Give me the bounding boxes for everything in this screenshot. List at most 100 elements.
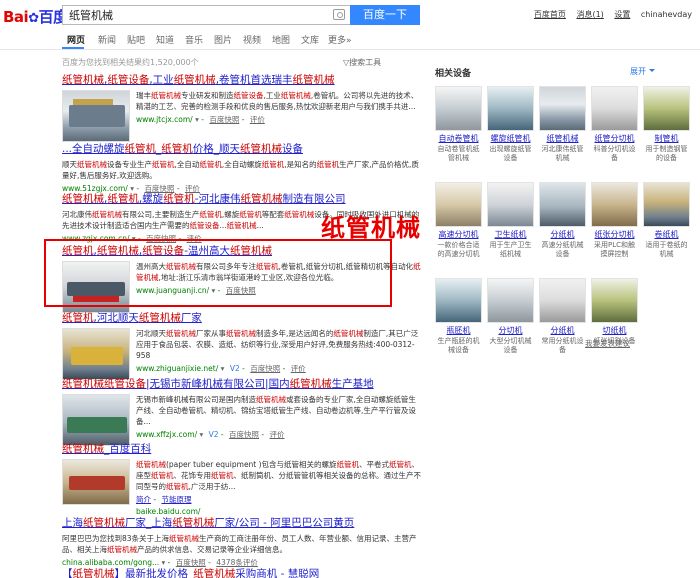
sidebar-item-desc: 常用分纸机设备 <box>541 337 584 354</box>
feedback-link[interactable]: 我要发表建议 <box>585 338 630 349</box>
sidebar-item-image[interactable] <box>487 86 534 131</box>
baidu-logo[interactable]: Bai✿百度 <box>3 6 68 27</box>
sidebar-item-name[interactable]: 卫生纸机 <box>487 229 534 240</box>
dropdown-arrow-icon[interactable]: ▾ <box>195 115 199 124</box>
review-link[interactable]: 评价 <box>291 364 306 373</box>
review-link[interactable]: 评价 <box>250 115 265 124</box>
search-input[interactable] <box>63 6 318 24</box>
tab-video[interactable]: 视频 <box>243 33 261 46</box>
result-title[interactable]: 纸管机械纸管设备|无锡市新峰机械有限公司|国内纸管机械生产基地 <box>62 376 422 391</box>
search-button[interactable]: 百度一下 <box>350 5 420 25</box>
camera-icon[interactable] <box>333 9 345 20</box>
tab-map[interactable]: 地图 <box>272 33 290 46</box>
dropdown-arrow-icon[interactable]: ▾ <box>199 430 203 439</box>
sidebar-item-name[interactable]: 螺旋纸管机 <box>487 133 534 144</box>
active-tab-underline <box>62 47 84 49</box>
sidebar-item[interactable]: 纸张分切机 采用PLC和触摸屏控制 <box>591 182 638 259</box>
result-thumbnail[interactable] <box>62 90 130 142</box>
result-title[interactable]: 纸管机械_百度百科 <box>62 441 422 456</box>
tab-music[interactable]: 音乐 <box>185 33 203 46</box>
sidebar-item-desc: 大型分切机械设备 <box>489 337 532 354</box>
sidebar-item[interactable]: 分纸机 常用分纸机设备 <box>539 278 586 355</box>
sidebar-item[interactable]: 瓶胚机 生产瓶胚的机械设备 <box>435 278 482 355</box>
sidebar-item-image[interactable] <box>643 182 690 227</box>
sidebar-item-desc: 河北康伟纸管机械 <box>541 145 584 162</box>
result-title[interactable]: 纸管机械,纸管机,螺旋纸管机-河北康伟纸管机械制造有限公司 <box>62 191 422 206</box>
tab-news[interactable]: 新闻 <box>98 33 116 46</box>
tab-wenku[interactable]: 文库 <box>301 33 319 46</box>
snapshot-link[interactable]: 百度快照 <box>209 115 239 124</box>
sidebar-item-image[interactable] <box>643 86 690 131</box>
result-title[interactable]: ...全自动螺旋纸管机_纸管机价格_顺天纸管机械设备 <box>62 141 422 156</box>
sidebar-item-name[interactable]: 瓶胚机 <box>435 325 482 336</box>
sidebar-item-image[interactable] <box>487 182 534 227</box>
sidebar-item[interactable]: 纸管机械 河北康伟纸管机械 <box>539 86 586 163</box>
baidu-home-link[interactable]: 百度首页 <box>534 10 566 19</box>
sidebar-item-name[interactable]: 分纸机 <box>539 229 586 240</box>
settings-link[interactable]: 设置 <box>614 10 630 19</box>
snapshot-link[interactable]: 百度快照 <box>250 364 280 373</box>
sidebar-item[interactable]: 自动卷管机 自动卷管机纸管机械 <box>435 86 482 163</box>
review-link[interactable]: 评价 <box>270 430 285 439</box>
result-title[interactable]: 纸管机,河北顺天纸管机械厂家 <box>62 310 422 325</box>
baike-link-intro[interactable]: 简介 <box>136 495 151 504</box>
messages-link[interactable]: 消息(1) <box>576 10 603 19</box>
sidebar-item-name[interactable]: 纸管分切机 <box>591 133 638 144</box>
sidebar-item-image[interactable] <box>591 278 638 323</box>
sidebar-item[interactable]: 制管机 用于制造钢管的设备 <box>643 86 690 163</box>
result-title[interactable]: 上海纸管机械厂家_上海纸管机械厂家/公司 - 阿里巴巴公司黄页 <box>62 515 422 530</box>
sidebar-item-desc: 用于制造钢管的设备 <box>645 145 688 162</box>
v2-badge[interactable]: V2 <box>230 364 240 373</box>
search-box <box>62 5 350 25</box>
sidebar-item-image[interactable] <box>435 278 482 323</box>
sidebar-item[interactable]: 高速分切机 一款价格合适的高速分切机 <box>435 182 482 259</box>
snapshot-link[interactable]: 百度快照 <box>229 430 259 439</box>
sidebar-item[interactable]: 切纸机 纸张切割设备 <box>591 278 638 346</box>
sidebar-item-desc: 用于生产卫生纸机械 <box>489 241 532 258</box>
tab-tieba[interactable]: 贴吧 <box>127 33 145 46</box>
sidebar-item-image[interactable] <box>591 86 638 131</box>
sidebar-item-image[interactable] <box>591 182 638 227</box>
expand-button[interactable]: 展开 <box>630 66 655 77</box>
search-result: 【纸管机械】最新批发价格_纸管机械采购商机 - 慧聪网 <box>62 566 422 578</box>
tab-zhidao[interactable]: 知道 <box>156 33 174 46</box>
sidebar-item-name[interactable]: 纸管机械 <box>539 133 586 144</box>
sidebar-item-name[interactable]: 高速分切机 <box>435 229 482 240</box>
result-url[interactable]: www.xffzjx.com/ <box>136 430 197 439</box>
tab-more[interactable]: 更多» <box>328 33 352 46</box>
sidebar-item-image[interactable] <box>539 278 586 323</box>
sidebar-item-name[interactable]: 自动卷管机 <box>435 133 482 144</box>
sidebar-item-name[interactable]: 制管机 <box>643 133 690 144</box>
result-thumbnail[interactable] <box>62 459 130 505</box>
sidebar-item-image[interactable] <box>487 278 534 323</box>
sidebar-item[interactable]: 卷纸机 适用于卷纸的机械 <box>643 182 690 259</box>
sidebar-item-name[interactable]: 卷纸机 <box>643 229 690 240</box>
result-url[interactable]: www.jtcjx.com/ <box>136 115 193 124</box>
sidebar-item-name[interactable]: 切纸机 <box>591 325 638 336</box>
search-tools-button[interactable]: ▽搜索工具 <box>343 57 381 68</box>
result-title[interactable]: 【纸管机械】最新批发价格_纸管机械采购商机 - 慧聪网 <box>62 566 422 578</box>
result-thumbnail[interactable] <box>62 394 130 446</box>
baike-link-principle[interactable]: 节能原理 <box>161 495 191 504</box>
sidebar-item-image[interactable] <box>539 182 586 227</box>
sidebar-item-image[interactable] <box>435 86 482 131</box>
sidebar-item-desc: 出现螺旋纸管设备 <box>489 145 532 162</box>
sidebar-item[interactable]: 分切机 大型分切机械设备 <box>487 278 534 355</box>
result-title[interactable]: 纸管机械,纸管设备,工业纸管机械,卷管机首选瑞丰纸管机械 <box>62 72 422 87</box>
result-thumbnail[interactable] <box>62 328 130 380</box>
tab-web[interactable]: 网页 <box>67 33 85 46</box>
sidebar-item-image[interactable] <box>435 182 482 227</box>
v2-badge[interactable]: V2 <box>209 430 219 439</box>
user-name[interactable]: chinahevday <box>641 10 692 19</box>
sidebar-item-name[interactable]: 分纸机 <box>539 325 586 336</box>
sidebar-item[interactable]: 卫生纸机 用于生产卫生纸机械 <box>487 182 534 259</box>
sidebar-item-name[interactable]: 分切机 <box>487 325 534 336</box>
sidebar-item-name[interactable]: 纸张分切机 <box>591 229 638 240</box>
sidebar-item-image[interactable] <box>539 86 586 131</box>
tab-images[interactable]: 图片 <box>214 33 232 46</box>
result-url[interactable]: www.zhiguanjixie.net/ <box>136 364 218 373</box>
sidebar-item[interactable]: 分纸机 高速分纸机械设备 <box>539 182 586 259</box>
sidebar-item[interactable]: 螺旋纸管机 出现螺旋纸管设备 <box>487 86 534 163</box>
sidebar-item[interactable]: 纸管分切机 科普分切机设备 <box>591 86 638 163</box>
dropdown-arrow-icon[interactable]: ▾ <box>221 364 225 373</box>
